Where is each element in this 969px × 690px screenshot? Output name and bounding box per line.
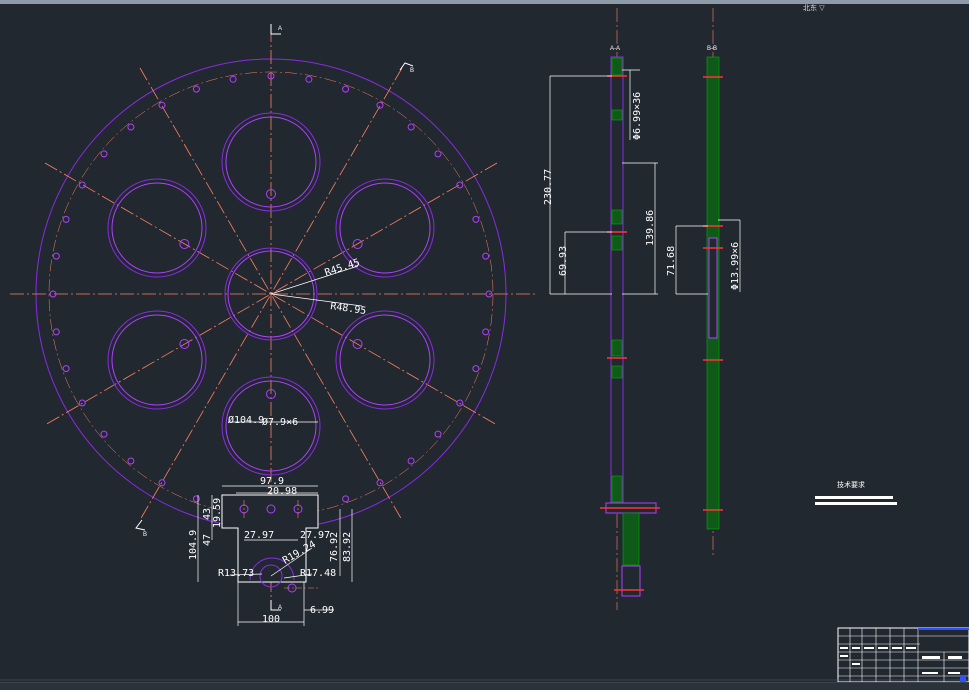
dim-76-92: 76.92 xyxy=(329,532,340,562)
dim-104-9: 104.9 xyxy=(188,530,199,560)
dim-r13-73: R13.73 xyxy=(218,568,254,579)
bolt-hole xyxy=(78,181,86,189)
dim-230-77: 230.77 xyxy=(543,169,554,205)
bolt-hole xyxy=(192,85,200,93)
title-block xyxy=(837,627,969,683)
dim-20-98: 20.98 xyxy=(267,486,297,497)
dim-r17-48: R17.48 xyxy=(300,568,336,579)
bolt-hole xyxy=(407,457,415,465)
bolt-hole xyxy=(100,150,108,158)
technical-notes-line-1 xyxy=(815,496,893,499)
status-strip xyxy=(0,682,969,690)
section-aa-foot xyxy=(621,565,641,597)
bolt-hole xyxy=(456,181,464,189)
dim-47: 47 xyxy=(202,534,213,546)
dim-100: 100 xyxy=(262,614,280,625)
technical-notes: 技术要求 xyxy=(815,480,897,505)
bolt-hole xyxy=(472,215,480,223)
technical-notes-line-2 xyxy=(815,502,897,505)
dim-19-59: 19.59 xyxy=(212,498,223,528)
cad-viewport[interactable]: R45.45 R48.95 Ø104.9 Ø7.9×6 A A B B 97.9… xyxy=(0,0,969,690)
bolt-hole xyxy=(482,328,490,336)
technical-notes-heading: 技术要求 xyxy=(837,480,865,489)
dim-83-92: 83.92 xyxy=(342,532,353,562)
dim-139-86: 139.86 xyxy=(645,210,656,246)
dim-phi6-99x36: Φ6.99×36 xyxy=(632,92,643,140)
section-mark-a-bottom: A xyxy=(278,605,282,611)
dim-69-93: 69.93 xyxy=(558,246,569,276)
dim-dia-small-holes: Ø7.9×6 xyxy=(262,416,298,428)
bolt-hole xyxy=(472,365,480,373)
section-bb-label: B-B xyxy=(707,46,717,52)
bolt-hole xyxy=(52,252,60,260)
bolt-hole xyxy=(434,430,442,438)
bolt-hole xyxy=(62,365,70,373)
dim-27-97-a: 27.97 xyxy=(244,530,274,541)
bolt-hole xyxy=(127,457,135,465)
dim-dia104-9: Ø104.9 xyxy=(228,414,264,426)
bolt-hole xyxy=(407,123,415,131)
dim-phi13-99x6: Φ13.99×6 xyxy=(730,242,741,290)
section-mark-b-bottom: B xyxy=(143,532,147,538)
viewcube-label[interactable]: 北东 ▽ xyxy=(803,3,825,12)
bolt-hole xyxy=(127,123,135,131)
bolt-hole xyxy=(482,252,490,260)
section-mark-a-top: A xyxy=(278,26,282,32)
section-bb-slot-1 xyxy=(708,237,718,339)
bolt-hole xyxy=(192,495,200,503)
bolt-hole xyxy=(342,495,350,503)
dim-6-99: 6.99 xyxy=(310,605,334,616)
bolt-hole xyxy=(158,101,166,109)
dim-r48-95: R48.95 xyxy=(330,301,367,317)
section-mark-b-top: B xyxy=(410,68,414,74)
bolt-hole xyxy=(342,85,350,93)
bolt-hole xyxy=(376,101,384,109)
dim-27-97-b: 27.97 xyxy=(300,530,330,541)
dim-71-68: 71.68 xyxy=(666,246,677,276)
bolt-hole xyxy=(100,430,108,438)
section-bb-view: B-B 71.68 Φ13.99×6 xyxy=(666,8,741,556)
section-aa-stem xyxy=(622,512,640,566)
drawing-canvas[interactable]: R45.45 R48.95 Ø104.9 Ø7.9×6 A A B B 97.9… xyxy=(0,0,969,690)
section-aa-label: A-A xyxy=(610,46,620,52)
section-aa-view: A-A 230.77 69.93 139.86 Φ6.99×36 xyxy=(543,8,660,610)
bolt-hole xyxy=(52,328,60,336)
bolt-hole xyxy=(434,150,442,158)
bolt-hole xyxy=(229,75,237,83)
section-aa-body xyxy=(610,56,624,506)
bolt-hole xyxy=(305,75,313,83)
radial-leaders xyxy=(228,265,363,423)
bolt-hole xyxy=(62,215,70,223)
